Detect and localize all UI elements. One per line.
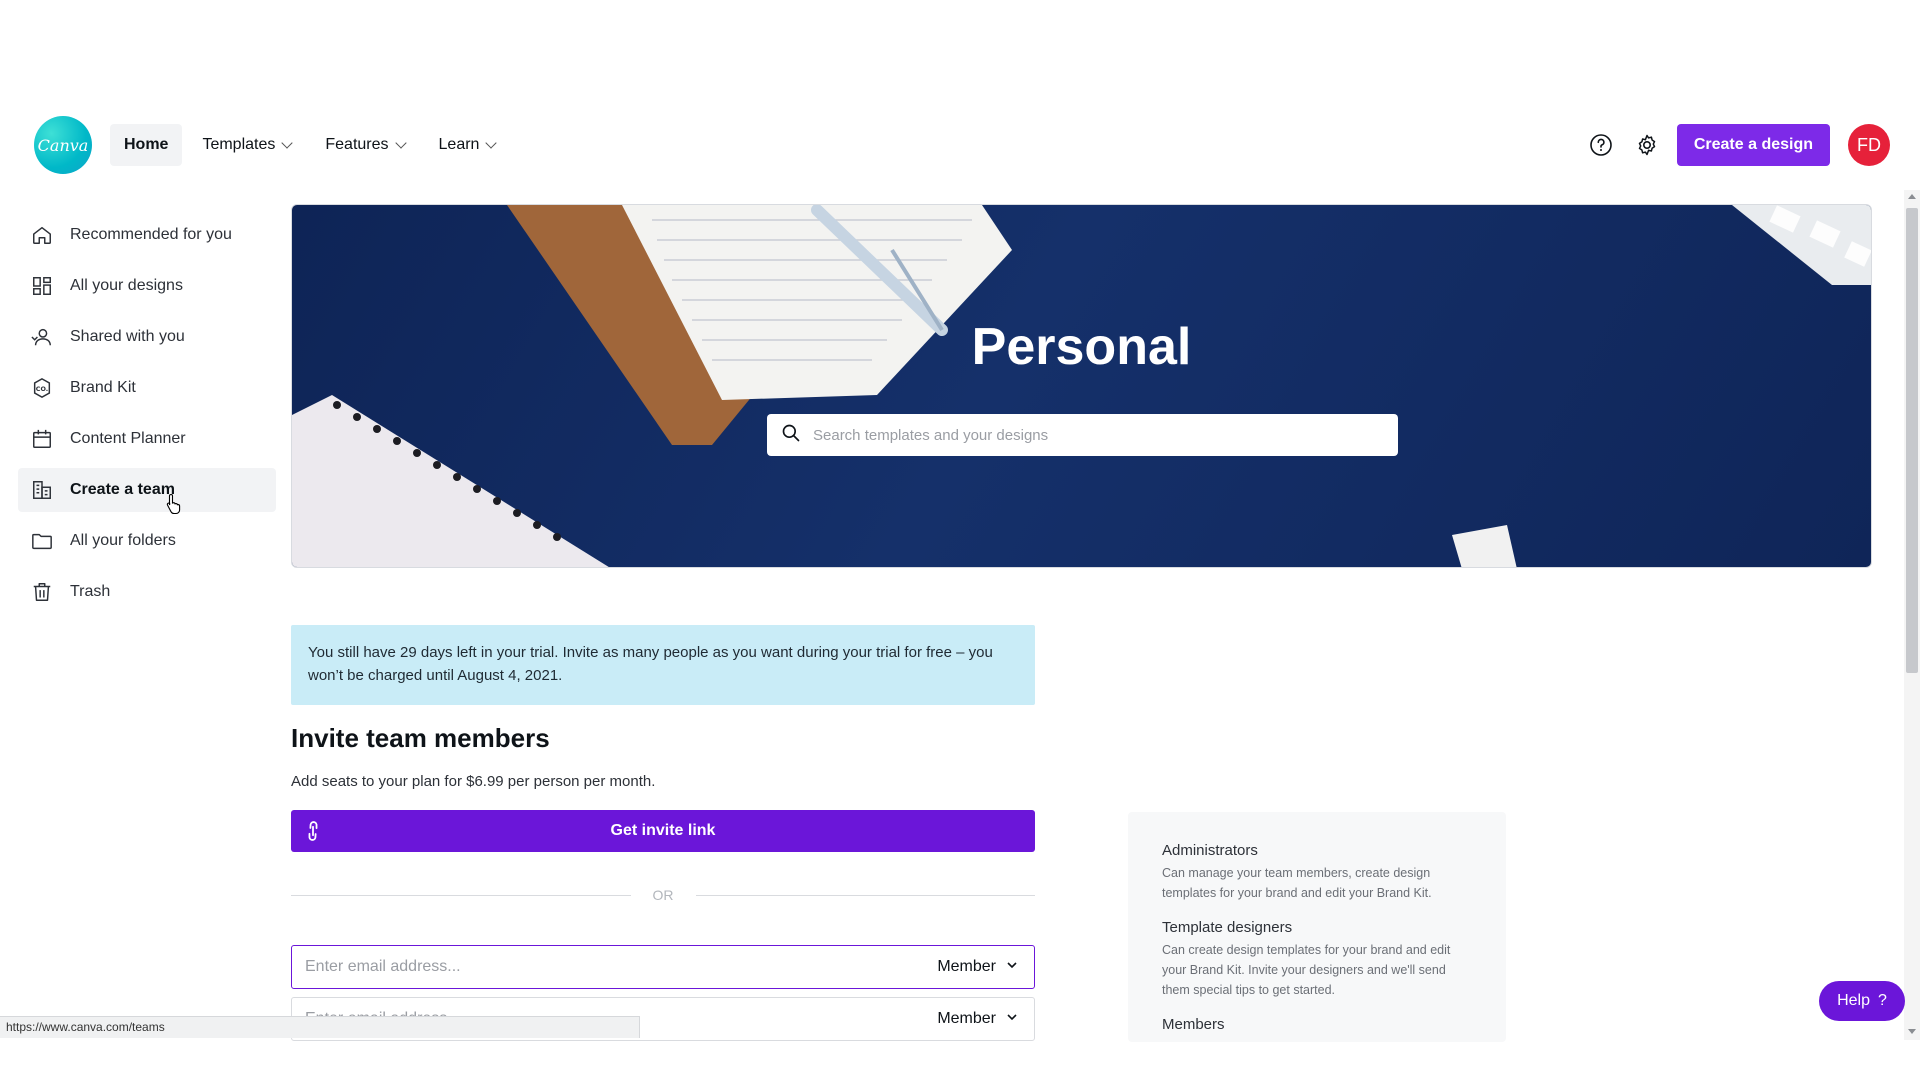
email-field[interactable]	[292, 958, 938, 976]
or-divider: OR	[291, 887, 1035, 903]
chevron-down-icon	[1006, 958, 1018, 976]
or-label: OR	[652, 887, 674, 903]
logo-text: Canva	[37, 135, 89, 155]
nav-learn-label: Learn	[438, 136, 480, 153]
get-invite-link-button[interactable]: Get invite link	[291, 810, 1035, 852]
hero-banner: Personal	[291, 204, 1872, 568]
sidebar-item-label: Create a team	[70, 481, 175, 498]
home-icon	[30, 223, 54, 247]
grid-icon	[30, 274, 54, 298]
nav-learn[interactable]: Learn	[425, 124, 510, 166]
brand-kit-icon: CO.	[30, 376, 54, 400]
avatar[interactable]: FD	[1848, 124, 1890, 166]
scroll-down-arrow-icon[interactable]	[1908, 1029, 1916, 1034]
search-icon	[781, 423, 801, 448]
nav-features[interactable]: Features	[311, 124, 418, 166]
sidebar-item-create-team[interactable]: Create a team	[18, 468, 276, 512]
trial-message: You still have 29 days left in your tria…	[308, 644, 993, 684]
invite-title: Invite team members	[291, 723, 550, 753]
gear-icon[interactable]	[1631, 129, 1663, 161]
role-description: Can manage your team members, create des…	[1162, 866, 1432, 900]
sidebar-item-label: Trash	[70, 583, 111, 600]
get-invite-link-label: Get invite link	[610, 822, 716, 839]
sidebar-item-trash[interactable]: Trash	[18, 570, 276, 614]
shared-users-icon	[30, 325, 54, 349]
hand-cursor-icon	[166, 493, 182, 520]
scrollbar-thumb[interactable]	[1906, 208, 1918, 673]
status-bar-url: https://www.canva.com/teams	[0, 1016, 640, 1038]
sidebar-item-label: Content Planner	[70, 430, 186, 447]
calendar-icon	[30, 427, 54, 451]
link-icon	[301, 819, 325, 848]
svg-text:CO.: CO.	[36, 385, 48, 393]
help-button[interactable]: Help ?	[1819, 981, 1905, 1021]
search-input[interactable]	[813, 426, 1373, 444]
invite-subtitle: Add seats to your plan for $6.99 per per…	[291, 773, 656, 790]
roles-info-panel: Administrators Can manage your team memb…	[1128, 812, 1506, 1042]
top-right-actions: Create a design FD	[1585, 124, 1890, 166]
scroll-up-arrow-icon[interactable]	[1908, 194, 1916, 199]
role-title: Members	[1162, 1016, 1225, 1033]
nav-features-label: Features	[325, 136, 389, 153]
page-scrollbar[interactable]	[1904, 190, 1920, 1040]
trash-icon	[30, 580, 54, 604]
sidebar: Recommended for you All your designs Sha…	[18, 213, 276, 621]
hero-search-bar[interactable]	[767, 414, 1398, 456]
role-select[interactable]: Member	[937, 1010, 1034, 1028]
chevron-down-icon	[1006, 1010, 1018, 1028]
sidebar-item-label: Brand Kit	[70, 379, 136, 396]
folder-icon	[30, 529, 54, 553]
chevron-down-icon	[485, 137, 498, 149]
role-title: Administrators	[1162, 842, 1258, 859]
trial-info-banner: You still have 29 days left in your tria…	[291, 625, 1035, 705]
sidebar-item-brand-kit[interactable]: CO. Brand Kit	[18, 366, 276, 410]
question-circle-icon[interactable]	[1585, 129, 1617, 161]
create-design-button[interactable]: Create a design	[1676, 124, 1830, 166]
sidebar-item-shared[interactable]: Shared with you	[18, 315, 276, 359]
top-navigation: Canva Home Templates Features Learn Crea…	[0, 110, 1920, 180]
divider-line	[695, 894, 1035, 896]
hero-title: Personal	[971, 318, 1192, 376]
help-question-icon: ?	[1878, 992, 1887, 1009]
divider-line	[291, 894, 631, 896]
role-select[interactable]: Member	[937, 958, 1034, 976]
role-select-value: Member	[937, 958, 996, 975]
role-select-value: Member	[937, 1010, 996, 1027]
sidebar-item-folders[interactable]: All your folders	[18, 519, 276, 563]
role-description: Can create design templates for your bra…	[1162, 943, 1451, 997]
sidebar-item-label: All your folders	[70, 532, 176, 549]
sidebar-item-label: All your designs	[70, 277, 183, 294]
desk-illustration	[292, 205, 1871, 567]
sidebar-item-all-designs[interactable]: All your designs	[18, 264, 276, 308]
nav-home[interactable]: Home	[110, 124, 183, 166]
help-label: Help	[1837, 992, 1870, 1009]
team-building-icon	[30, 478, 54, 502]
chevron-down-icon	[281, 137, 294, 149]
sidebar-item-content-planner[interactable]: Content Planner	[18, 417, 276, 461]
role-title: Template designers	[1162, 919, 1293, 936]
nav-home-label: Home	[124, 136, 169, 153]
canva-logo[interactable]: Canva	[34, 116, 92, 174]
chevron-down-icon	[394, 137, 407, 149]
nav-templates[interactable]: Templates	[188, 124, 305, 166]
nav-templates-label: Templates	[202, 136, 276, 153]
email-invite-row: Member	[291, 945, 1035, 989]
main-nav: Home Templates Features Learn	[110, 124, 509, 166]
sidebar-item-label: Shared with you	[70, 328, 185, 345]
sidebar-item-label: Recommended for you	[70, 226, 232, 243]
sidebar-item-recommended[interactable]: Recommended for you	[18, 213, 276, 257]
